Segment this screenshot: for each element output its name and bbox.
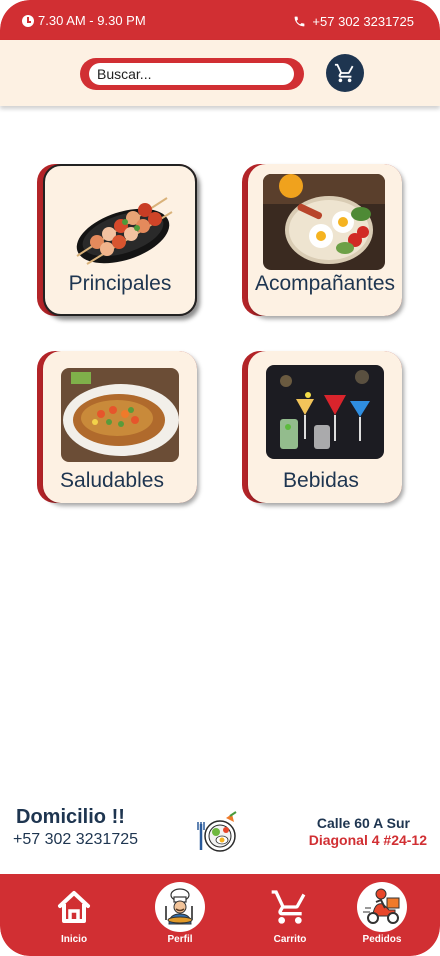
phone-icon (293, 15, 306, 28)
nav-label: Pedidos (362, 934, 402, 945)
category-card-acompanantes[interactable]: Acompañantes (242, 164, 402, 316)
category-label: Acompañantes (254, 272, 396, 295)
address-line-2: Diagonal 4 #24-12 (308, 832, 427, 848)
category-card-saludables[interactable]: Saludables (37, 351, 197, 503)
nav-label: Inicio (60, 934, 88, 945)
category-card-bebidas[interactable]: Bebidas (242, 351, 402, 503)
contact-phone[interactable]: +57 302 3231725 (293, 14, 414, 29)
business-hours: 7.30 AM - 9.30 PM (22, 13, 146, 28)
bottom-nav: Inicio Perfil Carrito Pedidos (0, 874, 440, 956)
category-label: Bebidas (283, 469, 359, 492)
nav-item-carrito[interactable]: Carrito (250, 882, 330, 945)
contact-phone-text: +57 302 3231725 (312, 14, 414, 29)
cart-icon (265, 882, 315, 932)
clock-icon (22, 14, 34, 27)
cart-button[interactable] (326, 54, 364, 92)
nav-label: Carrito (273, 934, 307, 945)
skewers-image (67, 176, 177, 272)
address-line-1: Calle 60 A Sur (316, 815, 410, 831)
search-bar (80, 58, 304, 90)
category-label: Saludables (60, 469, 164, 492)
delivery-phone[interactable]: +57 302 3231725 (13, 831, 138, 849)
delivery-scooter-icon (357, 882, 407, 932)
app-screen: 7.30 AM - 9.30 PM +57 302 3231725 Buscar… (0, 0, 440, 956)
search-header (0, 40, 440, 106)
drinks-image (266, 365, 384, 459)
category-card-principales[interactable]: Principales (37, 164, 197, 316)
breakfast-image (263, 174, 385, 270)
status-bar: 7.30 AM - 9.30 PM +57 302 3231725 (0, 0, 440, 40)
category-label: Principales (68, 272, 172, 295)
nav-item-pedidos[interactable]: Pedidos (342, 882, 422, 945)
business-hours-text: 7.30 AM - 9.30 PM (38, 13, 146, 28)
home-icon (49, 882, 99, 932)
healthy-dish-image (61, 368, 179, 462)
delivery-title: Domicilio !! (16, 806, 125, 828)
nav-label: Perfil (167, 934, 193, 945)
chef-icon (155, 882, 205, 932)
search-input[interactable] (89, 63, 294, 85)
nav-item-perfil[interactable]: Perfil (140, 882, 220, 945)
cart-icon (334, 63, 354, 83)
delivery-info: Domicilio !! +57 302 3231725 Calle 60 A … (0, 800, 440, 860)
food-plate-icon (196, 810, 240, 854)
nav-item-inicio[interactable]: Inicio (34, 882, 114, 945)
